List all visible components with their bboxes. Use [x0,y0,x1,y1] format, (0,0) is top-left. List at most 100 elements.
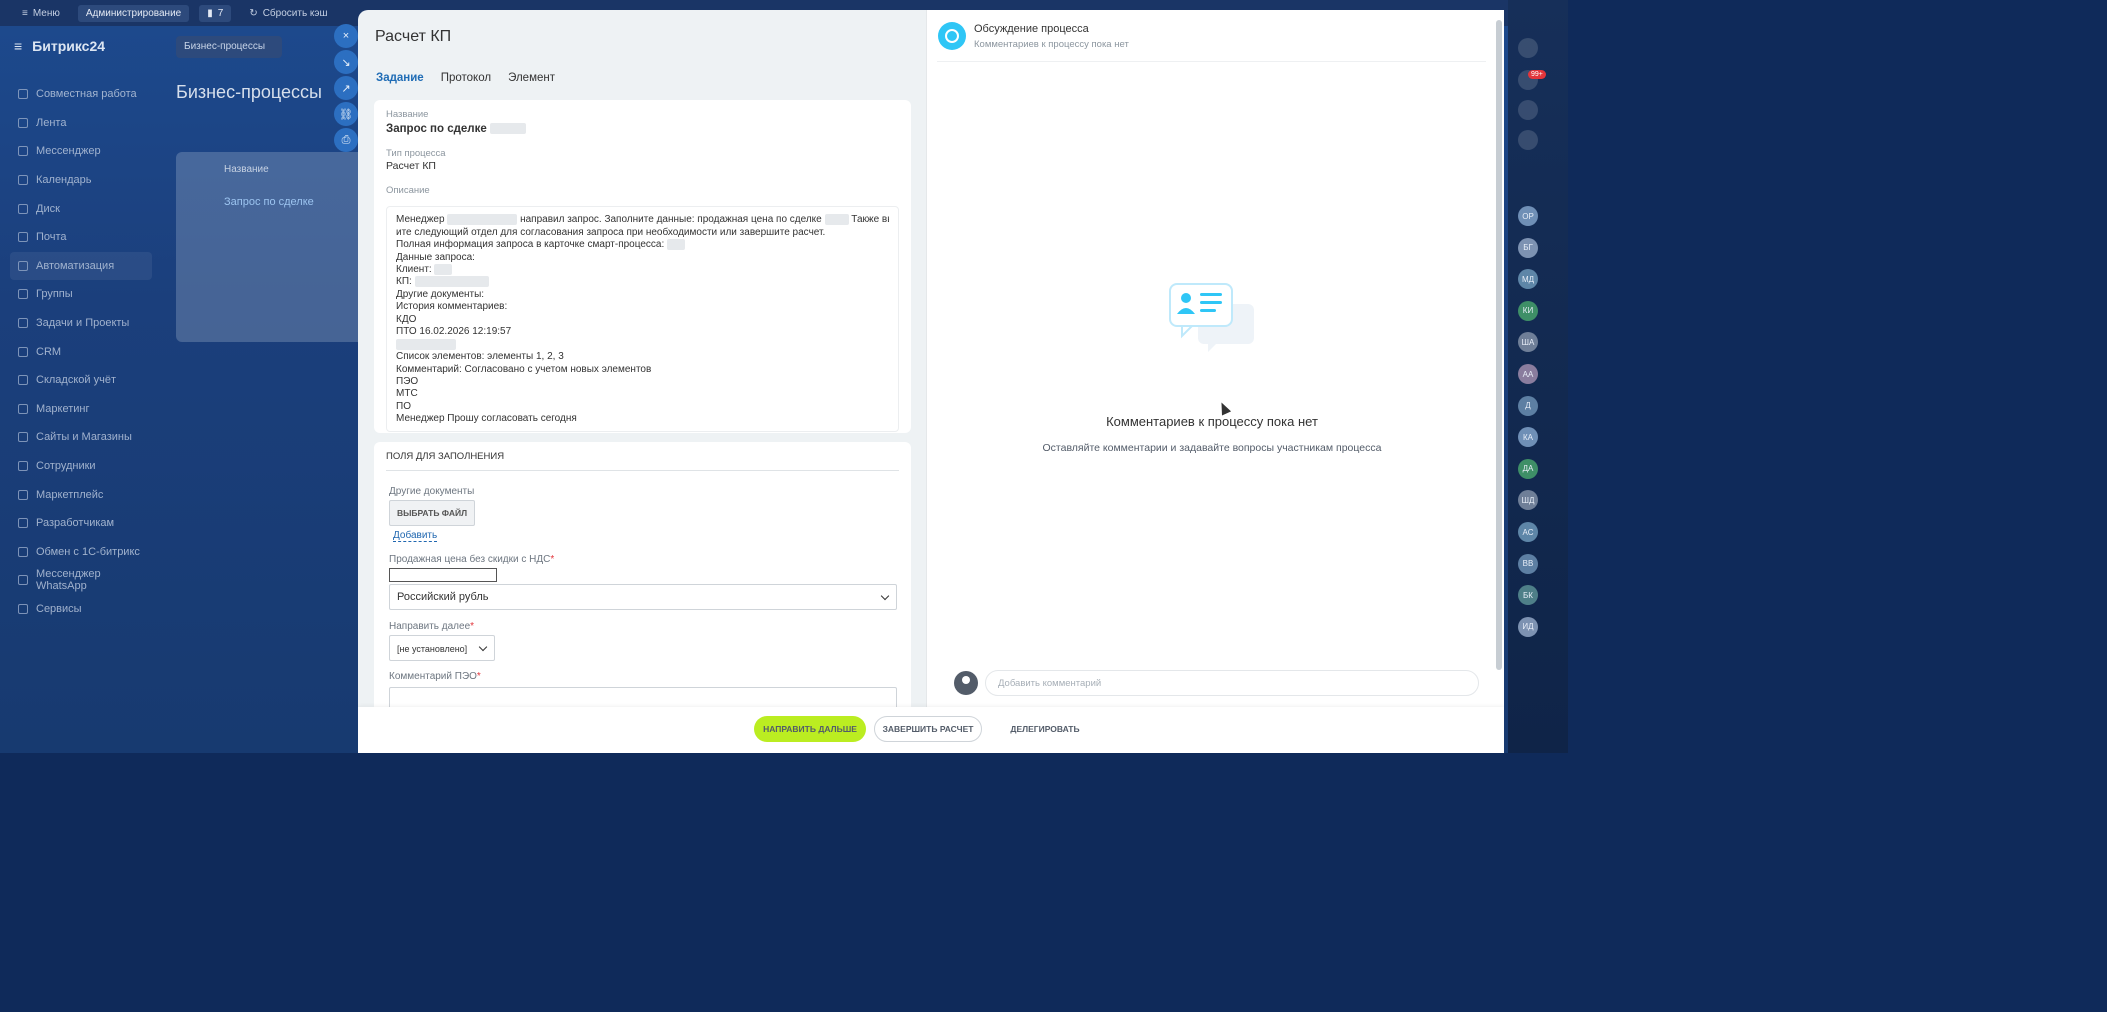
description-text: Комментарий: Согласовано с учетом новых … [396,363,652,375]
description-line: Комментарий: Согласовано с учетом новых … [396,364,889,376]
description-line: Другие документы: [396,289,889,301]
tab-protocol[interactable]: Протокол [441,72,491,84]
comment-label-text: Комментарий ПЭО [389,671,477,682]
contact-avatar[interactable]: ОР [1518,206,1538,226]
choose-file-button[interactable]: ВЫБРАТЬ ФАЙЛ [389,500,475,526]
contact-avatar[interactable]: Д [1518,395,1538,416]
background-page-title: Бизнес-процессы [176,82,322,102]
empty-comments-illustration-icon [1169,283,1254,352]
contact-avatar[interactable]: ШД [1518,490,1538,511]
minimize-icon[interactable]: ↘ [334,50,358,74]
contact-avatar[interactable]: АА [1518,364,1538,384]
sidebar-item-label: CRM [36,345,62,358]
sidebar-item[interactable]: Почта [10,223,152,252]
sidebar-item[interactable]: Сотрудники [10,452,152,481]
nav-item-icon [18,603,28,614]
description-label: Описание [386,185,430,196]
contact-avatar[interactable]: ША [1518,332,1538,353]
sidebar-item[interactable]: Сайты и Магазины [10,423,152,452]
peo-comment-label: Комментарий ПЭО* [389,671,481,682]
send-next-button[interactable]: НАПРАВИТЬ ДАЛЬШЕ [754,716,866,742]
sidebar-item[interactable]: Сервисы [10,595,152,624]
finish-calculation-button[interactable]: ЗАВЕРШИТЬ РАСЧЕТ [874,716,982,742]
add-comment-input[interactable]: Добавить комментарий [985,670,1479,696]
sidebar-item[interactable]: Календарь [10,166,152,195]
admin-button[interactable]: Администрирование [77,4,190,22]
discussion-title: Обсуждение процесса [974,23,1089,35]
print-icon[interactable]: ⎙ [334,128,358,152]
description-line: ПЭО [396,376,889,388]
description-text: Список элементов: элементы 1, 2, 3 [396,351,564,363]
tab-task[interactable]: Задание [376,72,424,84]
required-mark: * [470,621,475,632]
sidebar-item[interactable]: Мессенджер WhatsApp [10,566,152,595]
sidebar-item-label: Мессенджер [36,145,101,158]
description-line: История комментариев: [396,301,889,313]
sidebar-item[interactable]: Обмен с 1С-битрикс [10,538,152,567]
page-title: Расчет КП [375,28,452,45]
brand-logo[interactable]: ≡ Битрикс24 [14,38,105,54]
sidebar-item-label: Календарь [36,174,92,187]
contact-avatar[interactable]: ДА [1518,458,1538,479]
sidebar-item-label: Группы [36,288,73,301]
sidebar-item-label: Сайты и Магазины [36,431,132,444]
delegate-button[interactable]: ДЕЛЕГИРОВАТЬ [998,716,1092,742]
redacted-block [824,214,849,225]
sidebar-item[interactable]: Группы [10,280,152,309]
nav-item-icon [18,89,28,100]
tab-element[interactable]: Элемент [508,72,555,84]
contact-avatar[interactable]: КА [1518,427,1538,448]
sidebar-item[interactable]: Диск [10,194,152,223]
required-mark: * [550,554,555,565]
sidebar-item[interactable]: Маркетинг [10,395,152,424]
add-file-link[interactable]: Добавить [393,530,438,542]
description-text: КДО [396,313,417,325]
copy-link-icon[interactable]: ⛓ [334,102,358,126]
sidebar-item[interactable]: Автоматизация [10,251,152,281]
nav-item-icon [18,575,28,586]
nav-item-icon [18,175,28,186]
next-step-select[interactable]: [не установлено] [389,635,495,661]
description-line: ите следующий отдел для согласования зап… [396,227,889,239]
flag-icon: ▮ [207,7,213,19]
search-icon[interactable] [1518,130,1538,150]
sidebar-item[interactable]: Складской учёт [10,366,152,395]
user-avatar [954,671,978,695]
sidebar-item[interactable]: Задачи и Проекты [10,309,152,338]
nav-item-icon [18,375,28,386]
discussion-icon [938,22,966,50]
description-line: Данные запроса: [396,252,889,264]
close-icon[interactable]: × [334,24,358,48]
contact-avatar[interactable]: БК [1518,585,1538,606]
contact-avatar[interactable]: КИ [1518,300,1538,321]
broadcast-icon[interactable] [1518,100,1538,120]
nav-item-icon [18,318,28,329]
price-label-text: Продажная цена без скидки с НДС [389,554,551,565]
sidebar-item[interactable]: Разработчикам [10,509,152,538]
open-new-window-icon[interactable]: ↗ [334,76,358,100]
contact-avatar[interactable]: ВВ [1518,553,1538,574]
sidebar-item[interactable]: Мессенджер [10,137,152,166]
contact-avatar[interactable]: БГ [1518,237,1538,258]
contact-avatar[interactable]: ИД [1518,616,1538,637]
price-input[interactable] [389,568,497,582]
sidebar-item[interactable]: Маркетплейс [10,480,152,509]
task-row-link[interactable]: Запрос по сделке [224,196,314,208]
reset-cache-button[interactable]: ↻ Сбросить кэш [241,5,335,22]
sidebar-item[interactable]: Совместная работа [10,80,152,109]
nav-item-icon [18,432,28,443]
sidebar-item[interactable]: Лента [10,109,152,138]
tab-business-processes[interactable]: Бизнес-процессы [176,36,282,58]
contact-avatar[interactable]: МД [1518,269,1538,290]
sidebar-item[interactable]: CRM [10,337,152,366]
contact-avatar[interactable]: АС [1518,522,1538,542]
sidebar-item-label: Сервисы [36,602,82,615]
notifications-count-button[interactable]: ▮ 7 [199,4,232,22]
menu-button[interactable]: ≡ Меню [14,5,68,22]
panel-scrollbar[interactable] [1496,20,1502,670]
chevron-down-icon [880,591,890,601]
user-avatar[interactable] [1518,38,1538,58]
hamburger-icon[interactable]: ≡ [14,38,22,54]
currency-select[interactable]: Российский рубль [389,584,897,610]
process-task-panel: Расчет КП Задание Протокол Элемент Назва… [358,10,1504,753]
